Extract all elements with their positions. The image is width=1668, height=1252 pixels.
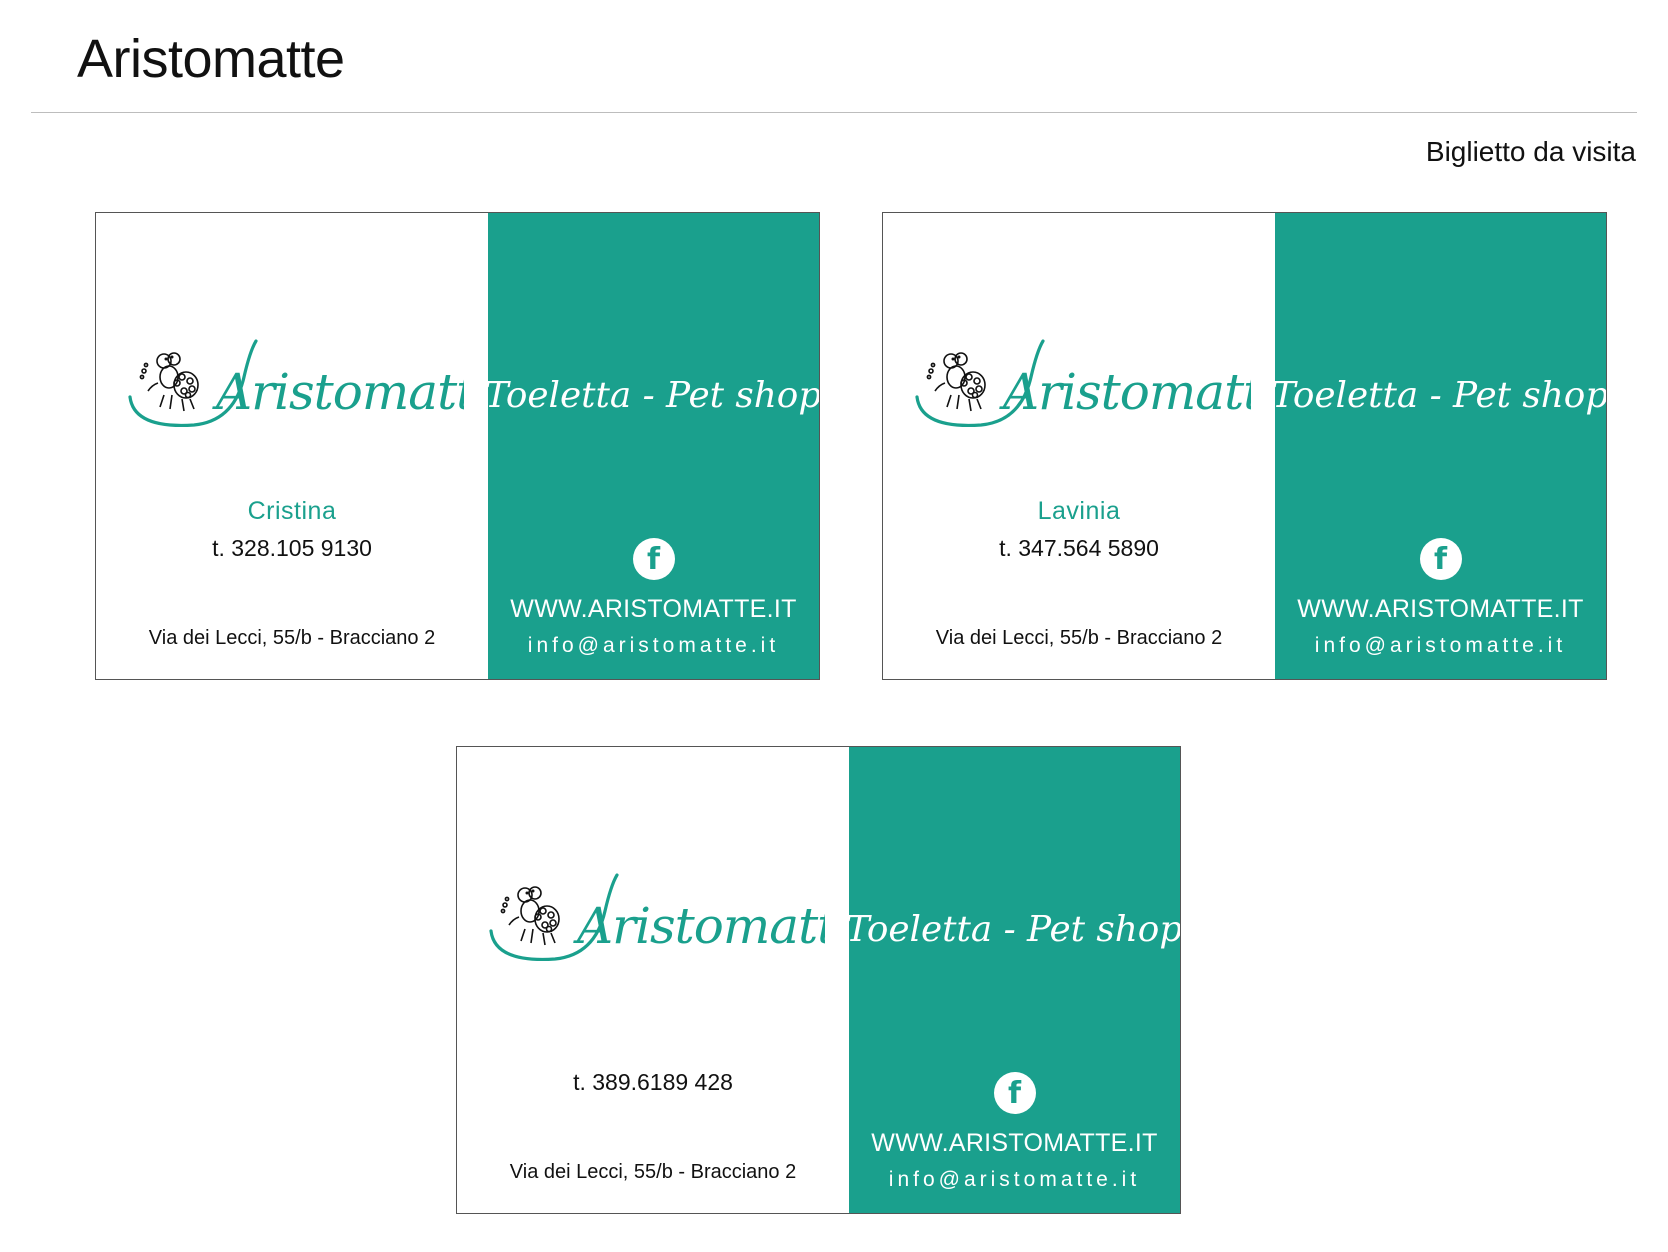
website-link[interactable]: WWW.ARISTOMATTE.IT <box>1275 595 1606 624</box>
aristomatte-logo: Aristomatte <box>915 339 1251 428</box>
facebook-glyph: f <box>646 542 661 577</box>
facebook-glyph: f <box>1007 1076 1022 1111</box>
card-front-panel: Aristomatte Lavinia t. 347.564 5890 Via … <box>883 213 1275 679</box>
poodle-icon <box>500 886 560 946</box>
aristomatte-logo: Aristomatte <box>489 873 825 962</box>
card-back-panel: Toeletta - Pet shop f WWW.ARISTOMATTE.IT… <box>849 747 1180 1213</box>
card-front-panel: Aristomatte Cristina t. 328.105 9130 Via… <box>96 213 488 679</box>
facebook-icon[interactable]: f <box>993 1072 1036 1114</box>
logo-wordmark: Aristomatte <box>212 363 464 421</box>
address: Via dei Lecci, 55/b - Bracciano 2 <box>509 1161 797 1183</box>
contact-phone: t. 347.564 5890 <box>999 535 1159 561</box>
aristomatte-logo: Aristomatte <box>128 339 464 428</box>
contact-phone: t. 389.6189 428 <box>573 1069 733 1095</box>
facebook-glyph: f <box>1433 542 1448 577</box>
logo-wordmark: Aristomatte <box>999 363 1251 421</box>
business-card-3: Aristomatte t. 389.6189 428 Via dei Lecc… <box>456 746 1181 1214</box>
tagline-text: Toeletta - Pet shop <box>488 375 819 416</box>
header-divider <box>31 112 1637 113</box>
tagline-text: Toeletta - Pet shop <box>1275 375 1606 416</box>
address: Via dei Lecci, 55/b - Bracciano 2 <box>935 627 1223 649</box>
contact-phone: t. 328.105 9130 <box>212 535 372 561</box>
business-card-2: Aristomatte Lavinia t. 347.564 5890 Via … <box>882 212 1607 680</box>
website-link[interactable]: WWW.ARISTOMATTE.IT <box>488 595 819 624</box>
poodle-icon <box>926 352 986 412</box>
contact-name: Lavinia <box>1037 497 1121 525</box>
card-front-panel: Aristomatte t. 389.6189 428 Via dei Lecc… <box>457 747 849 1213</box>
tagline: Toeletta - Pet shop <box>849 909 1180 950</box>
facebook-icon[interactable]: f <box>632 538 675 580</box>
business-card-1: Aristomatte Cristina t. 328.105 9130 Via… <box>95 212 820 680</box>
tagline: Toeletta - Pet shop <box>1275 375 1606 416</box>
tagline: Toeletta - Pet shop <box>488 375 819 416</box>
card-back-panel: Toeletta - Pet shop f WWW.ARISTOMATTE.IT… <box>488 213 819 679</box>
facebook-icon[interactable]: f <box>1419 538 1462 580</box>
poodle-icon <box>139 352 199 412</box>
page-title: Aristomatte <box>77 29 345 89</box>
page-subtitle: Biglietto da visita <box>1425 136 1636 167</box>
contact-name: Cristina <box>247 497 337 525</box>
email-link[interactable]: info@aristomatte.it <box>488 634 819 658</box>
logo-wordmark: Aristomatte <box>573 897 825 955</box>
card-back-panel: Toeletta - Pet shop f WWW.ARISTOMATTE.IT… <box>1275 213 1606 679</box>
address: Via dei Lecci, 55/b - Bracciano 2 <box>148 627 436 649</box>
email-link[interactable]: info@aristomatte.it <box>1275 634 1606 658</box>
tagline-text: Toeletta - Pet shop <box>849 909 1180 950</box>
email-link[interactable]: info@aristomatte.it <box>849 1168 1180 1192</box>
website-link[interactable]: WWW.ARISTOMATTE.IT <box>849 1129 1180 1158</box>
